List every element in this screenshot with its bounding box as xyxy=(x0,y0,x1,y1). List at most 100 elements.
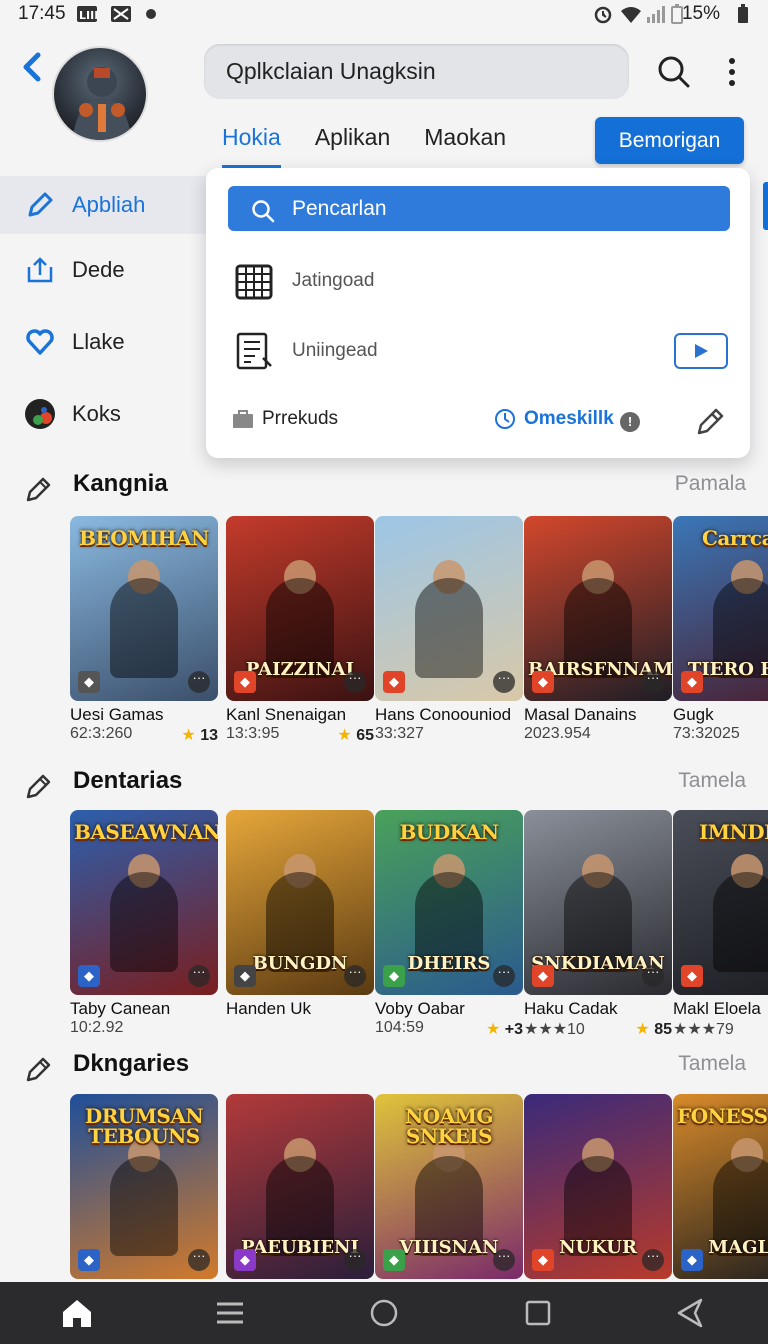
nav-menu-button[interactable] xyxy=(154,1282,308,1344)
more-options-icon[interactable] xyxy=(718,54,746,90)
more-dots-icon[interactable]: ··· xyxy=(188,1249,210,1271)
sidebar-item-dede[interactable]: Dede xyxy=(0,234,210,306)
back-button[interactable] xyxy=(18,50,52,84)
nav-home-button[interactable] xyxy=(0,1282,154,1344)
app-badge-icon: ◆ xyxy=(78,965,100,987)
info-icon[interactable]: ! xyxy=(620,412,640,432)
game-card[interactable]: BASEAWNAN ◆ ··· Taby Canean 10:2.92 xyxy=(70,810,218,1039)
poster-title: BASEAWNAN xyxy=(74,820,218,844)
menu-item-jatingoad[interactable]: Jatingoad xyxy=(234,259,374,303)
game-poster[interactable]: IMNDER◆··· xyxy=(673,810,768,995)
more-dots-icon[interactable]: ··· xyxy=(642,671,664,693)
edit-icon[interactable] xyxy=(694,406,726,443)
game-card[interactable]: ◆ ··· Hans Conoouniod 33:327 xyxy=(375,516,523,745)
sidebar-item-apbliah[interactable]: Apbliah xyxy=(0,176,210,234)
briefcase-icon xyxy=(233,410,253,428)
game-card[interactable]: CarrcaizTIERO HRA◆··· Gugk73:32025 xyxy=(673,516,768,745)
nav-square-button[interactable] xyxy=(461,1282,615,1344)
game-card[interactable]: BAIRSFNNAMN◆···Masal Danains2023.954 xyxy=(524,516,672,745)
edge-tab[interactable] xyxy=(763,182,768,230)
poster-title: NOAMG SNKEIS xyxy=(405,1104,493,1148)
app-badge-icon: ◆ xyxy=(383,965,405,987)
game-poster[interactable]: DRUMSAN TEBOUNS ◆ ··· xyxy=(70,1094,218,1279)
menu-item-label: Jatingoad xyxy=(292,270,375,291)
sidebar-item-llake[interactable]: Llake xyxy=(0,306,210,378)
play-icon xyxy=(695,344,708,358)
section-header: Kangnia Pamala xyxy=(24,470,746,504)
more-dots-icon[interactable]: ··· xyxy=(642,1249,664,1271)
more-dots-icon[interactable]: ··· xyxy=(493,671,515,693)
section-header: Dkngaries Tamela xyxy=(24,1050,746,1084)
more-dots-icon[interactable]: ··· xyxy=(642,965,664,987)
chevron-left-icon xyxy=(23,52,41,82)
game-poster[interactable]: PAEUBIENI ◆ ··· xyxy=(226,1094,374,1279)
sidebar-item-koks[interactable]: Koks xyxy=(0,378,210,450)
nav-circle-button[interactable] xyxy=(307,1282,461,1344)
poster-figure xyxy=(415,578,483,678)
game-poster[interactable]: NOAMG SNKEIS VIIISNAN ◆ ··· xyxy=(375,1094,523,1279)
pencil-outline-icon xyxy=(24,474,54,509)
section-more-link[interactable]: Tamela xyxy=(678,769,746,793)
search-icon[interactable] xyxy=(656,54,692,90)
poster-title: BUDKAN xyxy=(399,820,499,844)
game-poster[interactable]: ◆ ··· xyxy=(375,516,523,701)
search-field[interactable]: Qplkclaian Unagksin xyxy=(204,44,629,99)
more-dots-icon[interactable]: ··· xyxy=(493,965,515,987)
card-row: BASEAWNAN ◆ ··· Taby Canean 10:2.92 BUNGDN ◆ ··… xyxy=(70,810,768,1055)
tab-hokia[interactable]: Hokia xyxy=(222,124,281,168)
game-poster[interactable]: BASEAWNAN ◆ ··· xyxy=(70,810,218,995)
dropdown-search-button[interactable]: Pencarlan xyxy=(228,186,730,231)
game-rating: ★ +3 xyxy=(486,1019,523,1039)
bemorigan-button[interactable]: Bemorigan xyxy=(595,117,744,164)
more-dots-icon[interactable]: ··· xyxy=(344,965,366,987)
omeskillk-link[interactable]: Omeskillk xyxy=(494,408,614,430)
game-poster[interactable]: SNKDIAMAN ◆ ··· xyxy=(524,810,672,995)
game-card[interactable]: PAIZZINAI ◆ ··· Kanl Snenaigan 13:3:95 ★ 65 xyxy=(226,516,374,745)
game-poster[interactable]: PAIZZINAI ◆ ··· xyxy=(226,516,374,701)
more-dots-icon[interactable]: ··· xyxy=(493,1249,515,1271)
section-more-link[interactable]: Pamala xyxy=(675,472,746,496)
app-badge-icon: ◆ xyxy=(234,965,256,987)
game-card[interactable]: SNKDIAMAN ◆ ··· Haku Cadak ★★★10 ★ 85 xyxy=(524,810,672,1039)
game-meta: 104:59 ★ +3 xyxy=(375,1019,523,1039)
game-poster[interactable]: CarrcaizTIERO HRA◆··· xyxy=(673,516,768,701)
more-dots-icon[interactable]: ··· xyxy=(344,671,366,693)
tab-maokan[interactable]: Maokan xyxy=(424,124,506,168)
avatar[interactable] xyxy=(52,46,148,142)
game-card[interactable]: DRUMSAN TEBOUNS ◆ ··· xyxy=(70,1094,218,1279)
more-dots-icon[interactable]: ··· xyxy=(188,671,210,693)
game-poster[interactable]: FONESSINANMAGLO◆··· xyxy=(673,1094,768,1279)
game-poster[interactable]: BEOMIHAN ◆ ··· xyxy=(70,516,218,701)
play-button[interactable] xyxy=(674,333,728,369)
tab-aplikan[interactable]: Aplikan xyxy=(315,124,390,168)
game-card[interactable]: PAEUBIENI ◆ ··· xyxy=(226,1094,374,1279)
home-icon xyxy=(62,1300,91,1327)
game-card[interactable]: BEOMIHAN ◆ ··· Uesi Gamas 62:3:260 ★ 13 xyxy=(70,516,218,745)
poster-figure xyxy=(110,1156,178,1256)
game-meta-text: 104:59 xyxy=(375,1019,424,1036)
products-link[interactable]: Prrekuds xyxy=(232,408,338,430)
game-card[interactable]: IMNDER◆···Makl Eloela★★★79 xyxy=(673,810,768,1039)
more-dots-icon[interactable]: ··· xyxy=(344,1249,366,1271)
menu-item-uniingead[interactable]: Uniingead xyxy=(234,329,378,373)
game-poster[interactable]: BAIRSFNNAMN◆··· xyxy=(524,516,672,701)
section-more-link[interactable]: Tamela xyxy=(678,1052,746,1076)
game-poster[interactable]: BUNGDN ◆ ··· xyxy=(226,810,374,995)
game-card[interactable]: BUNGDN ◆ ··· Handen Uk xyxy=(226,810,374,1039)
nav-back-button[interactable] xyxy=(614,1282,768,1344)
tab-bar: Hokia Aplikan Maokan xyxy=(222,124,540,168)
game-card[interactable]: FONESSINANMAGLO◆··· xyxy=(673,1094,768,1279)
app-badge-icon: ◆ xyxy=(234,1249,256,1271)
poster-title: IMNDER xyxy=(699,820,768,844)
game-poster[interactable]: BUDKAN DHEIRS ◆ ··· xyxy=(375,810,523,995)
game-poster[interactable]: NUKUR ◆ ··· xyxy=(524,1094,672,1279)
game-card[interactable]: NUKUR ◆ ··· xyxy=(524,1094,672,1279)
game-card[interactable]: BUDKAN DHEIRS ◆ ··· Voby Oabar 104:59 ★ +3 xyxy=(375,810,523,1039)
game-card[interactable]: NOAMG SNKEIS VIIISNAN ◆ ··· xyxy=(375,1094,523,1279)
alarm-icon xyxy=(592,5,614,24)
section-title: Kangnia xyxy=(73,470,168,497)
poster-figure xyxy=(110,872,178,972)
notification-icon: LIII xyxy=(76,5,98,23)
more-dots-icon[interactable]: ··· xyxy=(188,965,210,987)
poster-title: DRUMSAN TEBOUNS xyxy=(84,1104,204,1148)
